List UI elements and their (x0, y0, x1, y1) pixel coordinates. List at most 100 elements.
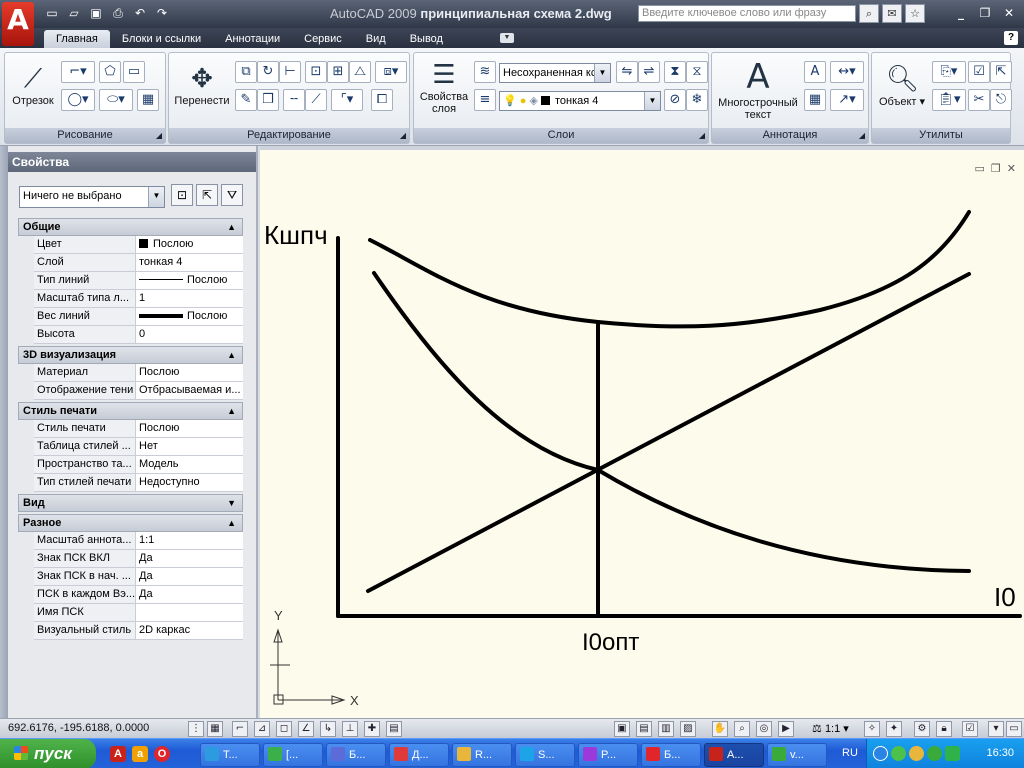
rectangle-icon[interactable]: ▭ (123, 61, 145, 83)
tab-home[interactable]: Главная (44, 30, 110, 48)
osnap-icon[interactable]: ◻ (276, 721, 292, 737)
restore-icon[interactable]: ❐ (974, 4, 996, 22)
polygon-icon[interactable]: ⬠ (99, 61, 121, 83)
save-icon[interactable]: ▣ (86, 4, 106, 22)
join-icon[interactable]: ⟋ (305, 89, 327, 111)
qp-icon[interactable]: ▤ (386, 721, 402, 737)
property-section[interactable]: Общие ▲ (18, 218, 243, 236)
current-layer-combo[interactable]: 💡 ● ◈ тонкая 4 ▼ (499, 91, 661, 111)
tray-key-icon[interactable] (909, 746, 924, 761)
tab-output[interactable]: Вывод (398, 30, 455, 48)
model-icon[interactable]: ▣ (614, 721, 630, 737)
match-properties-icon[interactable]: ⎋ (990, 89, 1012, 111)
paste-icon[interactable]: 📋︎▾ (932, 89, 966, 111)
scale-icon[interactable]: ⧠ (371, 89, 393, 111)
multileader-icon[interactable]: ↗▾ (830, 89, 864, 111)
property-value[interactable]: Недоступно (136, 474, 243, 491)
quick-select-icon[interactable]: ☑ (968, 61, 990, 83)
quick-select-filter-icon[interactable]: ⛛ (221, 184, 243, 206)
property-row[interactable]: Знак ПСК ВКЛ Да (34, 550, 243, 568)
offset-icon[interactable]: ⧈▾ (375, 61, 407, 83)
favorites-icon[interactable]: ☆ (905, 4, 925, 23)
layer-previous-icon[interactable]: ⇌ (638, 61, 660, 83)
expand-icon[interactable]: ▼ (227, 495, 236, 511)
property-row[interactable]: Материал Послою (34, 364, 243, 382)
showmotion-icon[interactable]: ▶ (778, 721, 794, 737)
auto-scale-icon[interactable]: ✦ (886, 721, 902, 737)
collapse-icon[interactable]: ▲ (227, 403, 236, 419)
start-button[interactable]: пуск (0, 739, 96, 768)
table-icon[interactable]: ▦ (804, 89, 826, 111)
property-value[interactable] (136, 604, 243, 621)
application-menu-button[interactable]: A (2, 2, 34, 46)
taskbar-item[interactable]: Б... (641, 743, 701, 767)
help-button[interactable]: ? (1004, 31, 1018, 45)
object-button[interactable]: 🔍︎ Объект ▾ (874, 63, 930, 108)
tab-blocks[interactable]: Блоки и ссылки (110, 30, 213, 48)
steeringwheel-icon[interactable]: ◎ (756, 721, 772, 737)
polar-icon[interactable]: ⊿ (254, 721, 270, 737)
property-row[interactable]: Таблица стилей ... Нет (34, 438, 243, 456)
copy-icon[interactable]: ⧉ (235, 61, 257, 83)
property-row[interactable]: Визуальный стиль 2D каркас (34, 622, 243, 640)
tray-shield-icon[interactable] (891, 746, 906, 761)
erase-icon[interactable]: ✎ (235, 89, 257, 111)
search-input[interactable]: Введите ключевое слово или фразу (638, 5, 856, 22)
annotation-visibility-icon[interactable]: ✧ (864, 721, 880, 737)
property-value[interactable]: 2D каркас (136, 622, 243, 639)
palette-strip[interactable] (0, 146, 8, 718)
layout-icon[interactable]: ▤ (636, 721, 652, 737)
print-icon[interactable]: ⎙ (108, 4, 128, 22)
property-row[interactable]: Цвет Послою (34, 236, 243, 254)
property-row[interactable]: Масштаб аннота... 1:1 (34, 532, 243, 550)
select-objects-icon[interactable]: ⇱ (196, 184, 218, 206)
array-icon[interactable]: ⊞ (327, 61, 349, 83)
quickview-layouts-icon[interactable]: ▥ (658, 721, 674, 737)
tray-utorrent-icon[interactable] (927, 746, 942, 761)
collapse-icon[interactable]: ▲ (227, 219, 236, 235)
layer-state-combo[interactable]: Несохраненная кс ▼ (499, 63, 611, 83)
property-value[interactable]: 1 (136, 290, 243, 307)
move-button[interactable]: ✥ Перенести (171, 63, 233, 107)
collapse-icon[interactable]: ▲ (227, 347, 236, 363)
property-value[interactable]: Нет (136, 438, 243, 455)
property-row[interactable]: Пространство та... Модель (34, 456, 243, 474)
property-value[interactable]: Модель (136, 456, 243, 473)
property-row[interactable]: Стиль печати Послою (34, 420, 243, 438)
rotate-icon[interactable]: ↻ (257, 61, 279, 83)
line-button[interactable]: ⟋ Отрезок (9, 63, 57, 107)
taskbar-item[interactable]: [... (263, 743, 323, 767)
annotation-panel-title[interactable]: Аннотация ◢ (712, 128, 868, 143)
taskbar-item[interactable]: R... (452, 743, 512, 767)
property-value[interactable]: 1:1 (136, 532, 243, 549)
utilities-panel-title[interactable]: Утилиты (872, 128, 1010, 143)
language-indicator[interactable]: RU (842, 747, 858, 759)
stretch-icon[interactable]: ⊡ (305, 61, 327, 83)
cut-icon[interactable]: ✂ (968, 89, 990, 111)
layer-match-icon[interactable]: ⇋ (616, 61, 638, 83)
polyline-icon[interactable]: ⌐▾ (61, 61, 95, 83)
taskbar-item[interactable]: A... (704, 743, 764, 767)
select-similar-icon[interactable]: ⇱ (990, 61, 1012, 83)
tab-tools[interactable]: Сервис (292, 30, 354, 48)
ducs-icon[interactable]: ↳ (320, 721, 336, 737)
workspace-icon[interactable]: ⚙ (914, 721, 930, 737)
property-row[interactable]: Тип стилей печати Недоступно (34, 474, 243, 492)
status-tray-icon[interactable]: ☑ (962, 721, 978, 737)
search-icon[interactable]: ⌕ (859, 4, 879, 23)
property-row[interactable]: Тип линий Послою (34, 272, 243, 290)
ortho-icon[interactable]: ⌐ (232, 721, 248, 737)
dimension-icon[interactable]: ↔▾ (830, 61, 864, 83)
open-icon[interactable]: ▱ (64, 4, 84, 22)
otrack-icon[interactable]: ∠ (298, 721, 314, 737)
single-line-text-icon[interactable]: A (804, 61, 826, 83)
selection-combo[interactable]: Ничего не выбрано ▼ (19, 186, 165, 208)
zoom-icon[interactable]: ⌕ (734, 721, 750, 737)
taskbar-item[interactable]: Д... (389, 743, 449, 767)
taskbar-item[interactable]: S... (515, 743, 575, 767)
layer-properties-button[interactable]: ☰ Свойства слоя (416, 59, 472, 115)
quicklaunch-autocad-icon[interactable]: A (110, 746, 126, 762)
measure-icon[interactable]: ⎘▾ (932, 61, 966, 83)
draw-panel-title[interactable]: Рисование ◢ (5, 128, 165, 143)
pan-icon[interactable]: ✋ (712, 721, 728, 737)
